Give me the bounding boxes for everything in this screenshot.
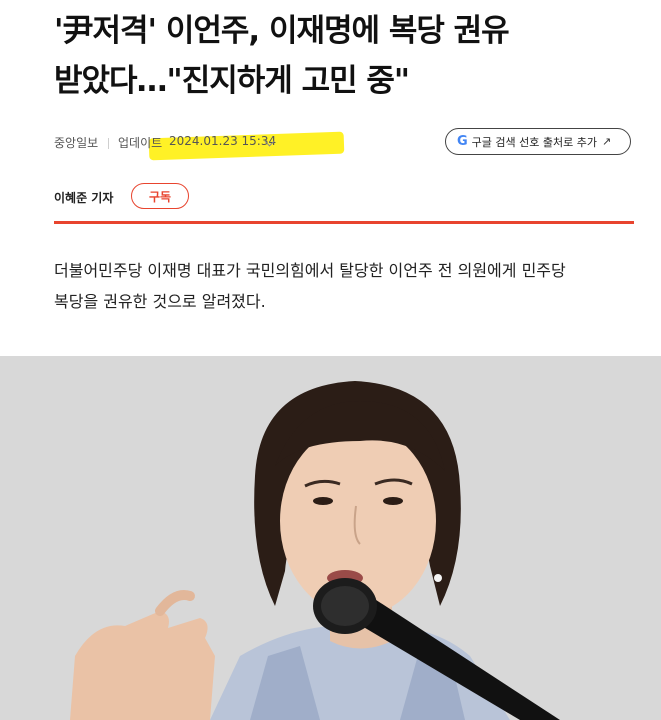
article-meta: 중앙일보 업데이트 2024.01.23 15:34 G 구글 검색 선호 출처… bbox=[54, 128, 634, 161]
subscribe-button[interactable]: 구독 bbox=[131, 183, 189, 209]
article-photo-illustration bbox=[0, 356, 661, 720]
google-button-label: 구글 검색 선호 출처로 추가 bbox=[471, 135, 597, 149]
article-headline: '尹저격' 이언주, 이재명에 복당 권유 받았다…"진지하게 고민 중" bbox=[54, 6, 634, 106]
meta-divider bbox=[108, 138, 109, 149]
article-page: '尹저격' 이언주, 이재명에 복당 권유 받았다…"진지하게 고민 중" 중앙… bbox=[0, 0, 661, 720]
headline-line-1: '尹저격' 이언주, 이재명에 복당 권유 bbox=[54, 13, 510, 49]
article-photo bbox=[0, 356, 661, 720]
source-name: 중앙일보 bbox=[54, 136, 99, 150]
author-row: 이혜준 기자 구독 bbox=[54, 181, 634, 213]
header-divider bbox=[54, 221, 634, 224]
article-lead: 더불어민주당 이재명 대표가 국민의힘에서 탈당한 이언주 전 의원에게 민주당… bbox=[54, 255, 634, 317]
google-preferred-source-button[interactable]: G 구글 검색 선호 출처로 추가 ↗ bbox=[445, 128, 631, 155]
headline-line-2: 받았다…"진지하게 고민 중" bbox=[54, 63, 410, 99]
google-logo-icon: G bbox=[457, 134, 468, 149]
update-timestamp[interactable]: 2024.01.23 15:34 bbox=[169, 134, 276, 148]
lead-line-1: 더불어민주당 이재명 대표가 국민의힘에서 탈당한 이언주 전 의원에게 민주당 bbox=[54, 261, 566, 280]
lead-line-2: 복당을 권유한 것으로 알려졌다. bbox=[54, 292, 266, 311]
arrow-up-right-icon: ↗ bbox=[601, 135, 612, 148]
update-label: 업데이트 bbox=[118, 136, 163, 150]
author-name[interactable]: 이혜준 기자 bbox=[54, 189, 113, 206]
